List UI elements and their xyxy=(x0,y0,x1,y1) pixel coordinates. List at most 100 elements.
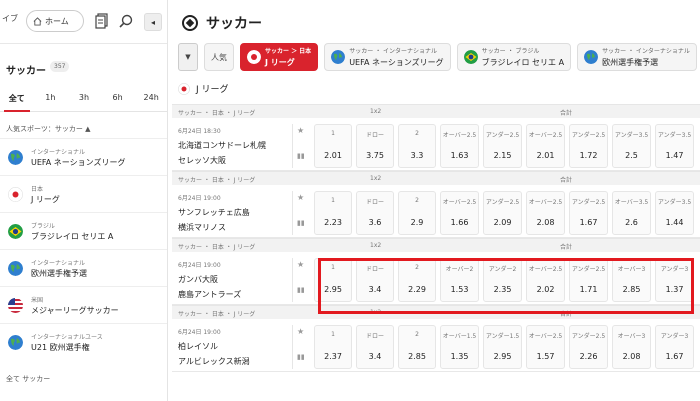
tab-24h[interactable]: 24h xyxy=(134,86,167,111)
home-team[interactable]: 北海道コンサドーレ札幌 xyxy=(178,140,266,151)
odds-button-total[interactable]: アンダー2.5 1.71 xyxy=(569,258,608,302)
odds-button-away[interactable]: 2 3.3 xyxy=(398,124,436,168)
home-button[interactable]: ホーム xyxy=(26,10,84,32)
match-row[interactable]: 6月24日 19:00 柏レイソル アルビレックス新潟 ★ ▮▮ 1 2.37 ド… xyxy=(172,319,700,372)
sidebar-item-euro-qualifiers[interactable]: インターナショナル 欧州選手権予選 xyxy=(0,249,167,286)
match-row[interactable]: 6月24日 18:30 北海道コンサドーレ札幌 セレッソ大阪 ★ ▮▮ 1 2.0… xyxy=(172,118,700,171)
away-team[interactable]: 横浜マリノス xyxy=(178,222,226,233)
sidebar-item-mls[interactable]: 米国 メジャーリーグサッカー xyxy=(0,286,167,323)
odds-button-total[interactable]: オーバー2.5 2.01 xyxy=(526,124,565,168)
odds-value: 1.67 xyxy=(579,218,598,227)
odds-button-draw[interactable]: ドロー 3.4 xyxy=(356,258,394,302)
favorite-star-icon[interactable]: ★ xyxy=(297,260,304,269)
chip-j-league[interactable]: サッカー ＞ 日本 J リーグ xyxy=(240,43,319,71)
sidebar-item-j-league[interactable]: 日本 J リーグ xyxy=(0,175,167,212)
column-total-label: 合計 xyxy=(560,244,573,251)
sidebar-item-brasileirao[interactable]: ブラジル ブラジレイロ セリエ A xyxy=(0,212,167,249)
odds-label: 1 xyxy=(331,197,335,204)
odds-button-draw[interactable]: ドロー 3.75 xyxy=(356,124,394,168)
odds-value: 1.72 xyxy=(579,151,598,160)
odds-button-total[interactable]: アンダー2.5 2.15 xyxy=(483,124,522,168)
odds-button-away[interactable]: 2 2.29 xyxy=(398,258,436,302)
tab-1h[interactable]: 1h xyxy=(34,86,68,111)
stats-icon[interactable]: ▮▮ xyxy=(297,353,305,361)
odds-label: オーバー2.5 xyxy=(442,132,477,139)
match-actions: ★ ▮▮ xyxy=(292,191,308,235)
odds-button-home[interactable]: 1 2.37 xyxy=(314,325,352,369)
odds-button-total[interactable]: オーバー2.5 2.08 xyxy=(526,191,565,235)
search-icon[interactable] xyxy=(116,11,136,31)
home-team[interactable]: サンフレッチェ広島 xyxy=(178,207,250,218)
tab-6h[interactable]: 6h xyxy=(101,86,135,111)
chip-uefa-nations-league[interactable]: サッカー ・ インターナショナル UEFA ネーションズリーグ xyxy=(324,43,451,71)
odds-button-total[interactable]: オーバー2 1.53 xyxy=(440,258,479,302)
odds-label: 2 xyxy=(415,264,419,271)
odds-button-total[interactable]: オーバー1.5 1.35 xyxy=(440,325,479,369)
japan-flag-icon xyxy=(8,187,23,202)
odds-button-total[interactable]: アンダー1.5 2.95 xyxy=(483,325,522,369)
odds-button-total[interactable]: オーバー2.5 1.63 xyxy=(440,124,479,168)
odds-row: 1 2.37 ドロー 3.4 2 2.85 オーバー1.5 1.35 アンダー1.5 2.… xyxy=(314,325,700,369)
stats-icon[interactable]: ▮▮ xyxy=(297,152,305,160)
odds-button-home[interactable]: 1 2.23 xyxy=(314,191,352,235)
sidebar-item-u21-euro[interactable]: インターナショナルユース U21 欧州選手権 xyxy=(0,323,167,360)
odds-button-total[interactable]: オーバー3 2.85 xyxy=(612,258,651,302)
sidebar-item-region: 米国 xyxy=(31,297,44,304)
odds-button-away[interactable]: 2 2.9 xyxy=(398,191,436,235)
sidebar-item-uefa-nations-league[interactable]: インターナショナル UEFA ネーションズリーグ xyxy=(0,138,167,175)
chevron-left-icon: ◂ xyxy=(150,17,155,27)
favorite-star-icon[interactable]: ★ xyxy=(297,126,304,135)
odds-button-total[interactable]: アンダー3.5 1.47 xyxy=(655,124,694,168)
away-team[interactable]: セレッソ大阪 xyxy=(178,155,226,166)
tab-all[interactable]: 全て xyxy=(0,86,34,112)
odds-button-total[interactable]: アンダー3 1.37 xyxy=(655,258,694,302)
odds-button-total[interactable]: アンダー3.5 2.5 xyxy=(612,124,651,168)
odds-value: 2.26 xyxy=(579,352,598,361)
odds-button-away[interactable]: 2 2.85 xyxy=(398,325,436,369)
odds-button-total[interactable]: アンダー3 1.67 xyxy=(655,325,694,369)
odds-value: 1.35 xyxy=(450,352,469,361)
favorite-star-icon[interactable]: ★ xyxy=(297,327,304,336)
odds-value: 3.3 xyxy=(410,151,424,160)
odds-button-total[interactable]: オーバー2.5 2.02 xyxy=(526,258,565,302)
stats-icon[interactable]: ▮▮ xyxy=(297,286,305,294)
odds-button-total[interactable]: オーバー2.5 1.57 xyxy=(526,325,565,369)
odds-button-home[interactable]: 1 2.01 xyxy=(314,124,352,168)
chip-popular[interactable]: 人気 xyxy=(204,43,234,71)
match-row[interactable]: 6月24日 19:00 ガンバ大阪 鹿島アントラーズ ★ ▮▮ 1 2.95 ドロ… xyxy=(172,252,700,305)
odds-button-total[interactable]: アンダー2 2.35 xyxy=(483,258,522,302)
chip-brasileirao[interactable]: サッカー ・ ブラジル ブラジレイロ セリエ A xyxy=(456,43,572,71)
column-total-label: 合計 xyxy=(560,177,573,184)
odds-button-draw[interactable]: ドロー 3.6 xyxy=(356,191,394,235)
favorite-star-icon[interactable]: ★ xyxy=(297,193,304,202)
odds-button-home[interactable]: 1 2.95 xyxy=(314,258,352,302)
odds-button-total[interactable]: オーバー2.5 1.66 xyxy=(440,191,479,235)
betslip-icon[interactable] xyxy=(92,11,112,31)
japan-flag-icon xyxy=(178,82,190,95)
home-team[interactable]: ガンバ大阪 xyxy=(178,274,218,285)
odds-button-total[interactable]: オーバー3.5 2.6 xyxy=(612,191,651,235)
odds-button-total[interactable]: アンダー2.5 1.67 xyxy=(569,191,608,235)
odds-button-total[interactable]: アンダー2.5 2.26 xyxy=(569,325,608,369)
all-soccer-link[interactable]: 全て サッカー xyxy=(6,374,50,384)
match-row[interactable]: 6月24日 19:00 サンフレッチェ広島 横浜マリノス ★ ▮▮ 1 2.23 … xyxy=(172,185,700,238)
popular-sports-heading[interactable]: 人気スポーツ：サッカー ▲ xyxy=(6,124,90,134)
home-team[interactable]: 柏レイソル xyxy=(178,341,218,352)
odds-button-total[interactable]: アンダー2.5 2.09 xyxy=(483,191,522,235)
nav-text[interactable]: イブ xyxy=(2,13,18,24)
collapse-sidebar-button[interactable]: ◂ xyxy=(144,13,162,31)
away-team[interactable]: 鹿島アントラーズ xyxy=(178,289,241,300)
chip-euro-qualifiers[interactable]: サッカー ・ インターナショナル 欧州選手権予選 xyxy=(577,43,697,71)
league-heading: J リーグ xyxy=(178,82,229,95)
odds-label: アンダー2.5 xyxy=(571,333,606,340)
odds-button-total[interactable]: オーバー3 2.08 xyxy=(612,325,651,369)
odds-button-draw[interactable]: ドロー 3.4 xyxy=(356,325,394,369)
group-league-label: サッカー ・ 日本 ・ J リーグ xyxy=(178,244,256,251)
chip-dropdown-button[interactable]: ▼ xyxy=(178,43,198,71)
odds-button-total[interactable]: アンダー2.5 1.72 xyxy=(569,124,608,168)
away-team[interactable]: アルビレックス新潟 xyxy=(178,356,250,367)
tab-3h[interactable]: 3h xyxy=(67,86,101,111)
stats-icon[interactable]: ▮▮ xyxy=(297,219,305,227)
odds-value: 2.95 xyxy=(493,352,512,361)
odds-button-total[interactable]: アンダー3.5 1.44 xyxy=(655,191,694,235)
